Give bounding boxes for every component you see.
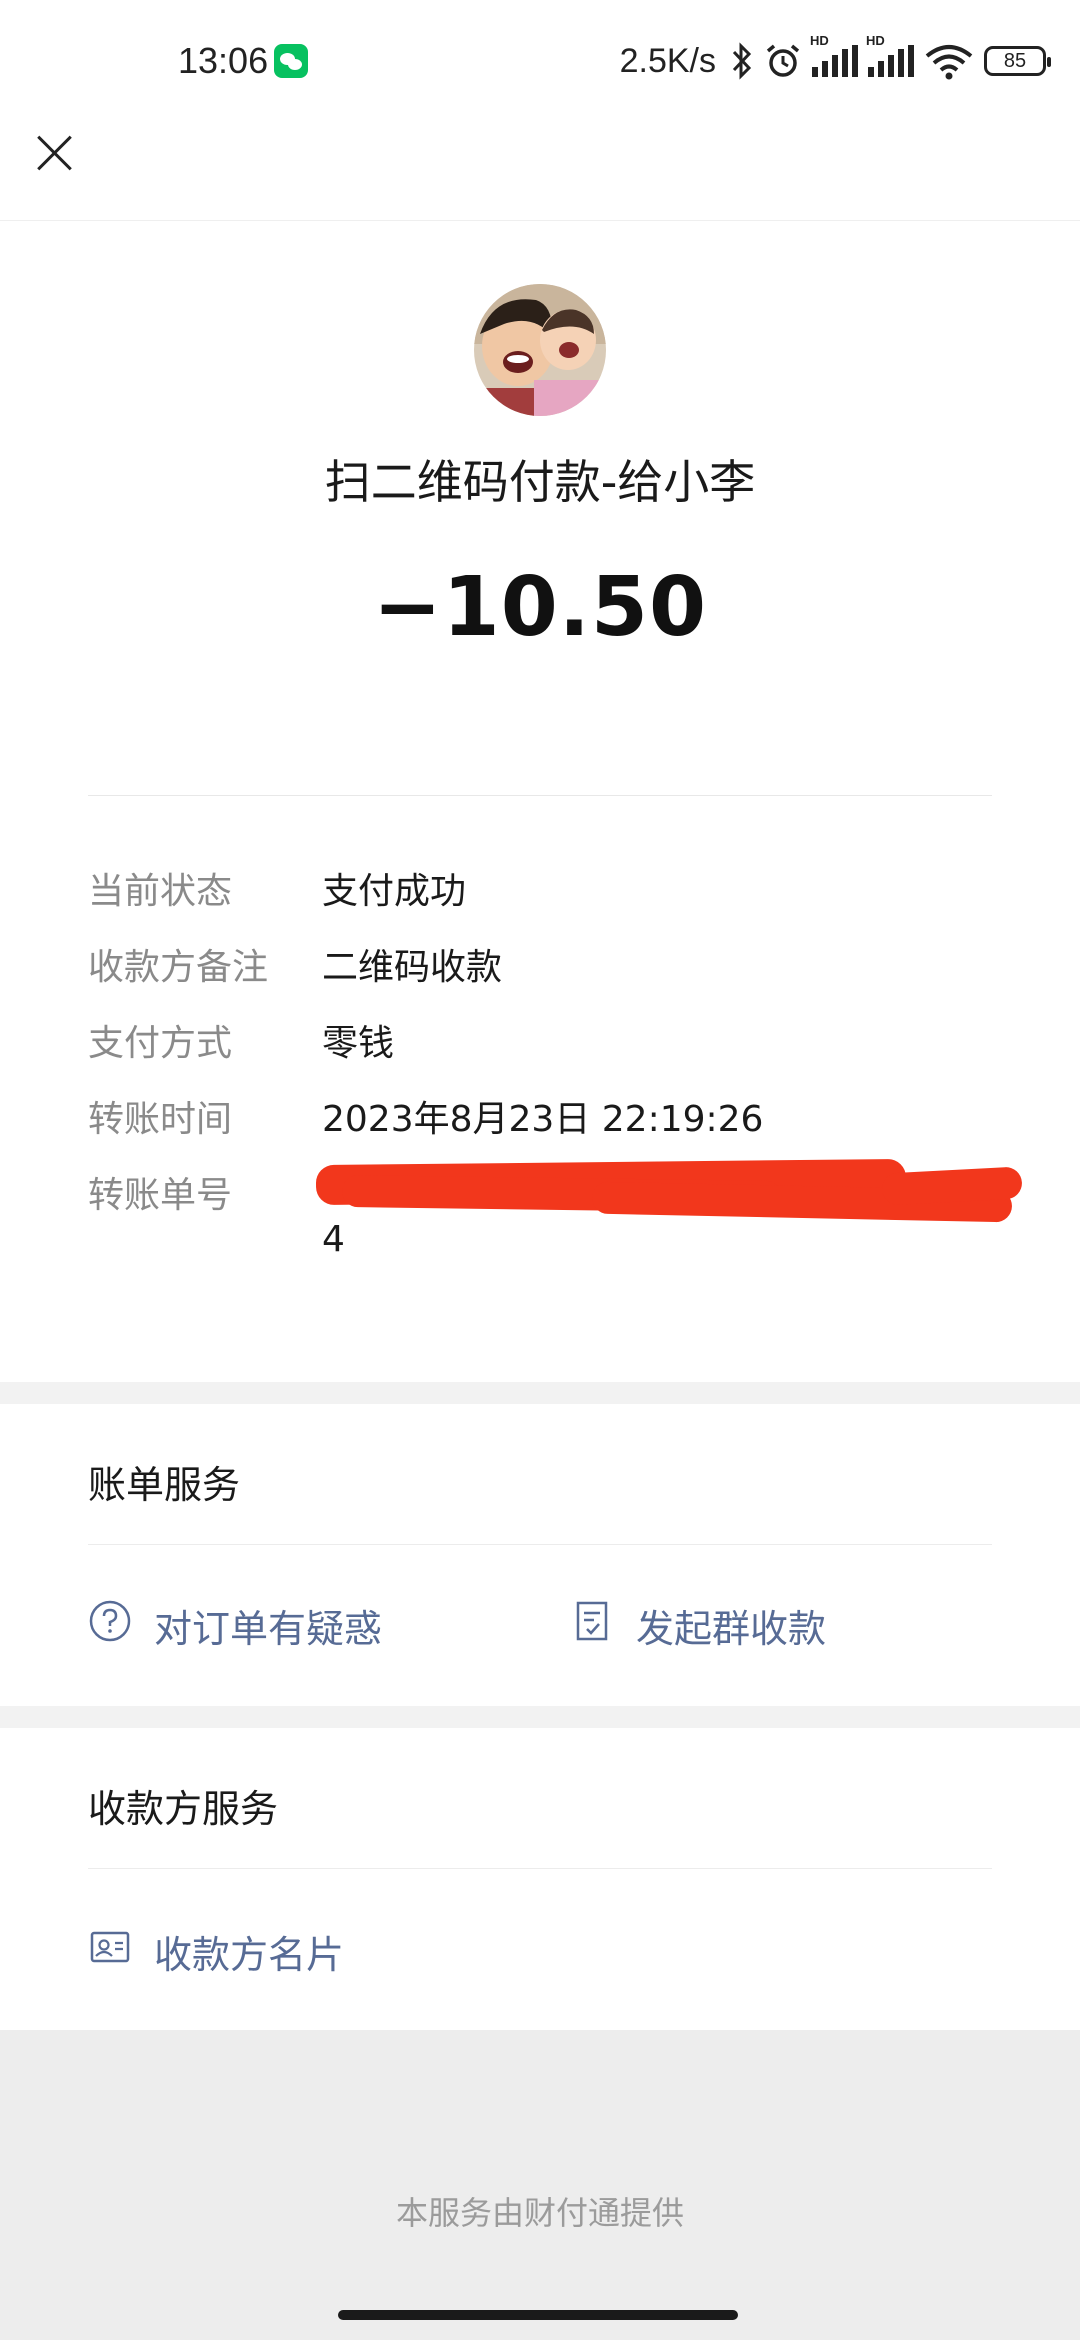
detail-label: 收款方备注: [88, 947, 269, 988]
battery-level: 85: [1003, 49, 1027, 72]
divider: [88, 1544, 992, 1545]
detail-value: 2023年8月23日 22:19:26: [322, 1099, 764, 1140]
bill-service-title: 账单服务: [88, 1463, 241, 1507]
detail-row-order-number: 转账单号 100 4: [88, 1158, 1023, 1260]
detail-value: 二维码收款: [322, 947, 503, 988]
order-number-line2: 4: [322, 1219, 345, 1260]
section-gap: [0, 1382, 1080, 1404]
bluetooth-icon: [732, 42, 752, 80]
close-icon[interactable]: [30, 128, 80, 178]
merchant-name: 扫二维码付款-给小李: [324, 455, 756, 509]
group-collect-label: 发起群收款: [636, 1607, 827, 1651]
payee-service-title: 收款方服务: [88, 1787, 279, 1831]
detail-label: 当前状态: [88, 871, 233, 912]
order-number: 100 4: [315, 1158, 1023, 1260]
avatar: [474, 284, 606, 416]
receipt-icon: [570, 1599, 614, 1652]
payee-card-button[interactable]: 收款方名片: [88, 1924, 344, 1979]
detail-value: 支付成功: [322, 871, 467, 912]
detail-label: 转账单号: [88, 1175, 233, 1216]
detail-label: 转账时间: [88, 1099, 233, 1140]
status-time: 13:06: [178, 40, 269, 81]
top-bar: [0, 120, 1080, 221]
status-bar: 13:06 2.5K/s HD HD 85: [0, 0, 1080, 120]
detail-row-payee-note: 收款方备注 二维码收款: [88, 938, 992, 990]
battery-icon: 85: [984, 46, 1051, 76]
payee-card-label: 收款方名片: [154, 1933, 345, 1977]
footer-text: 本服务由财付通提供: [395, 2194, 684, 2232]
network-speed: 2.5K/s: [619, 41, 716, 80]
signal-icon: HD: [866, 33, 914, 77]
order-question-button[interactable]: 对订单有疑惑: [88, 1598, 382, 1653]
detail-row-payment-method: 支付方式 零钱: [88, 1014, 992, 1066]
section-gap: [0, 1706, 1080, 1728]
question-icon: [88, 1599, 132, 1652]
order-question-label: 对订单有疑惑: [154, 1607, 383, 1651]
home-indicator[interactable]: [338, 2310, 738, 2320]
divider: [88, 795, 992, 796]
signal-icon: HD: [810, 33, 858, 77]
group-collect-button[interactable]: 发起群收款: [570, 1598, 826, 1653]
wechat-icon: [274, 44, 308, 78]
detail-row-status: 当前状态 支付成功: [88, 862, 992, 914]
divider: [88, 1868, 992, 1869]
alarm-icon: [766, 44, 800, 77]
payment-amount: −10.50: [372, 560, 708, 655]
wifi-icon: [925, 45, 973, 80]
business-card-icon: [88, 1925, 132, 1978]
detail-row-time: 转账时间 2023年8月23日 22:19:26: [88, 1090, 992, 1142]
detail-value: 零钱: [322, 1023, 395, 1064]
detail-label: 支付方式: [88, 1023, 233, 1064]
footer: [0, 2030, 1080, 2340]
